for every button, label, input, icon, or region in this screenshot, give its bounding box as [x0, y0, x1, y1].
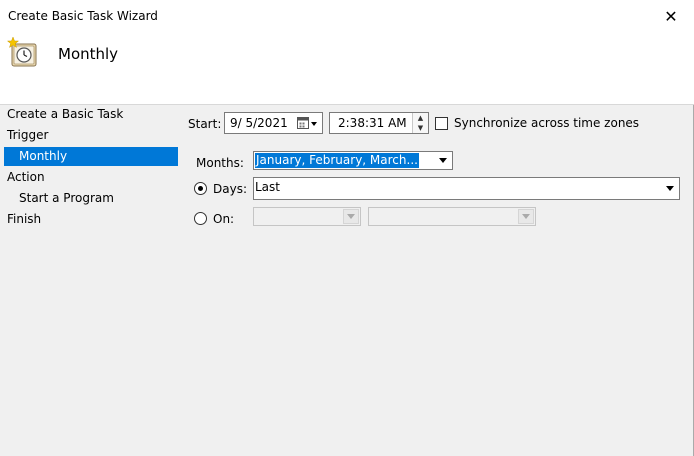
- task-scheduler-clock-icon: [7, 36, 37, 67]
- time-spinner[interactable]: ▲ ▼: [412, 113, 428, 133]
- days-dropdown[interactable]: Last: [253, 177, 680, 200]
- start-time-value: 2:38:31 AM: [338, 116, 407, 130]
- nav-item-create-basic-task[interactable]: Create a Basic Task: [7, 105, 123, 124]
- wizard-header: Monthly: [0, 32, 694, 104]
- days-dropdown-arrow-icon[interactable]: [662, 181, 678, 196]
- nav-item-label: Trigger: [7, 128, 49, 142]
- calendar-dropdown-icon[interactable]: [297, 117, 319, 130]
- on-day-dropdown[interactable]: [368, 207, 536, 226]
- nav-item-action[interactable]: Action: [7, 168, 45, 187]
- nav-item-label: Monthly: [19, 149, 68, 163]
- nav-item-label: Finish: [7, 212, 42, 226]
- nav-item-start-a-program[interactable]: Start a Program: [19, 189, 114, 208]
- spin-down-icon[interactable]: ▼: [413, 123, 428, 133]
- close-button[interactable]: ✕: [648, 0, 694, 32]
- months-value: January, February, March...: [255, 153, 419, 168]
- nav-item-label: Action: [7, 170, 45, 184]
- start-date-value: 9/ 5/2021: [230, 116, 288, 130]
- days-value: Last: [255, 180, 280, 194]
- on-week-dropdown[interactable]: [253, 207, 361, 226]
- nav-item-monthly[interactable]: Monthly: [4, 147, 178, 166]
- nav-item-trigger[interactable]: Trigger: [7, 126, 48, 145]
- months-label: Months:: [196, 156, 244, 170]
- on-week-dropdown-arrow-icon[interactable]: [343, 209, 359, 224]
- wizard-window: Create Basic Task Wizard ✕ Monthly Creat…: [0, 0, 694, 456]
- on-day-dropdown-arrow-icon[interactable]: [518, 209, 534, 224]
- days-label[interactable]: Days:: [213, 182, 247, 196]
- nav-item-label: Start a Program: [19, 191, 114, 205]
- sync-timezones-label[interactable]: Synchronize across time zones: [454, 116, 639, 130]
- start-date-picker[interactable]: 9/ 5/2021: [224, 112, 323, 134]
- close-icon: ✕: [664, 6, 678, 26]
- nav-item-finish[interactable]: Finish: [7, 210, 41, 229]
- months-dropdown-arrow-icon[interactable]: [435, 153, 451, 168]
- months-dropdown[interactable]: January, February, March...: [253, 151, 453, 170]
- spin-up-icon[interactable]: ▲: [413, 113, 428, 123]
- sync-timezones-checkbox[interactable]: [435, 117, 448, 130]
- days-radio[interactable]: [194, 182, 207, 195]
- title-bar: Create Basic Task Wizard ✕: [0, 0, 694, 32]
- page-title: Monthly: [58, 45, 119, 63]
- start-label: Start:: [188, 117, 222, 131]
- nav-item-label: Create a Basic Task: [7, 107, 124, 121]
- on-label[interactable]: On:: [213, 212, 234, 226]
- window-title: Create Basic Task Wizard: [8, 9, 158, 23]
- start-time-picker[interactable]: 2:38:31 AM ▲ ▼: [329, 112, 429, 134]
- on-radio[interactable]: [194, 212, 207, 225]
